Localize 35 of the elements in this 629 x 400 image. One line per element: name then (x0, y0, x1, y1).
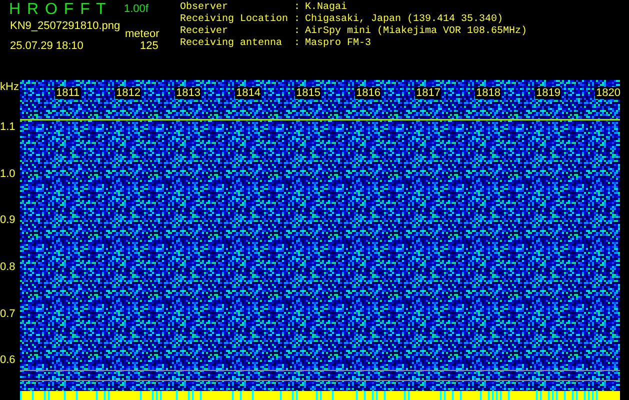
time-label: 1820 (595, 87, 622, 99)
time-label: 1818 (475, 87, 502, 99)
info-value: Maspro FM-3 (305, 38, 372, 50)
info-separator: : (294, 2, 302, 14)
time-label: 1814 (235, 87, 262, 99)
info-value: Chigasaki, Japan (139.414 35.340) (305, 14, 504, 26)
datetime-label: 25.07.29 18:10 (10, 40, 84, 52)
axis-label: 0.8 (0, 261, 16, 274)
info-separator: : (294, 38, 302, 50)
info-label: Receiver (180, 26, 230, 38)
info-label: Observer (180, 2, 230, 14)
time-label: 1813 (175, 87, 202, 99)
time-label: 1817 (415, 87, 442, 99)
axis-label: 0.9 (0, 214, 16, 226)
time-label: 1819 (535, 87, 562, 99)
info-label: Receiving Location (180, 14, 290, 26)
time-label: 1811 (55, 87, 81, 99)
time-label: 1815 (295, 87, 322, 99)
info-label: Receiving antenna (180, 38, 284, 50)
app-title: H R O F F T (9, 1, 107, 19)
time-label: 1816 (355, 87, 382, 99)
count-label: 125 (140, 40, 158, 52)
axis-unit: kHz (0, 81, 19, 93)
info-separator: : (294, 14, 302, 26)
axis-label: 0.7 (0, 308, 16, 320)
axis-label: 1.0 (0, 168, 16, 180)
version-label: 1.00f (124, 3, 148, 15)
axis-label: 1.1 (0, 121, 16, 134)
info-separator: : (294, 26, 302, 38)
mode-label: meteor (125, 28, 160, 40)
info-value: K.Nagai (305, 2, 348, 14)
time-label: 1812 (115, 87, 142, 99)
axis-label: 0.6 (0, 354, 16, 366)
info-value: AirSpy mini (Miakejima VOR 108.65MHz) (305, 26, 528, 38)
filename-label: KN9_2507291810.png (10, 20, 120, 32)
